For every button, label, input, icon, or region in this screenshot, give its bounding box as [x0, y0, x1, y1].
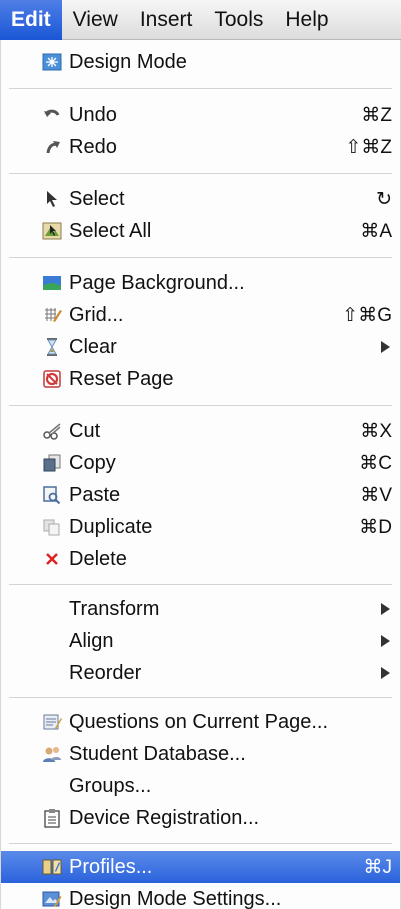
submenu-arrow-icon: [381, 603, 390, 615]
menu-item-label: Questions on Current Page...: [69, 710, 329, 733]
menu-item-label: Align: [69, 629, 114, 652]
shortcut-label: ⌘C: [359, 452, 392, 474]
select-all-icon: [41, 220, 63, 242]
menu-item-label: Delete: [69, 547, 127, 570]
submenu-arrow-icon: [381, 635, 390, 647]
menu-help[interactable]: Help: [274, 0, 339, 40]
paste-icon: [41, 484, 63, 506]
menu-item-device-registration[interactable]: Device Registration...: [1, 802, 400, 834]
menu-separator: [9, 173, 392, 174]
menu-item-grid[interactable]: Grid... ⇧⌘G: [1, 299, 400, 331]
design-mode-icon: [41, 51, 63, 73]
menu-separator: [9, 584, 392, 585]
undo-icon: [41, 104, 63, 126]
menu-separator: [9, 405, 392, 406]
menu-item-label: Clear: [69, 335, 117, 358]
menu-item-align[interactable]: Align: [1, 625, 400, 657]
menu-item-cut[interactable]: Cut ⌘X: [1, 415, 400, 447]
students-icon: [41, 743, 63, 765]
menu-item-label: Cut: [69, 419, 101, 442]
menu-view[interactable]: View: [62, 0, 129, 40]
menu-separator: [9, 843, 392, 844]
clipboard-icon: [41, 807, 63, 829]
menu-item-copy[interactable]: Copy ⌘C: [1, 447, 400, 479]
menu-item-label: Select All: [69, 219, 152, 242]
menu-item-paste[interactable]: Paste ⌘V: [1, 479, 400, 511]
menu-item-select-all[interactable]: Select All ⌘A: [1, 215, 400, 247]
menu-item-label: Design Mode: [69, 50, 187, 73]
menu-item-delete[interactable]: Delete: [1, 543, 400, 575]
menu-item-label: Groups...: [69, 774, 152, 797]
menu-item-design-mode-settings[interactable]: Design Mode Settings...: [1, 883, 400, 909]
copy-icon: [41, 452, 63, 474]
menu-item-questions-on-current-page[interactable]: Questions on Current Page...: [1, 706, 400, 738]
menu-item-label: Reset Page: [69, 367, 174, 390]
menu-item-label: Paste: [69, 483, 121, 506]
menu-item-student-database[interactable]: Student Database...: [1, 738, 400, 770]
menu-separator: [9, 88, 392, 89]
landscape-icon: [41, 272, 63, 294]
shortcut-label: ⇧⌘G: [342, 304, 392, 326]
menu-item-label: Reorder: [69, 661, 142, 684]
menu-item-label: Page Background...: [69, 271, 245, 294]
shortcut-label: ⌘X: [360, 420, 392, 442]
app-window: Edit View Insert Tools Help Design Mode …: [0, 0, 401, 909]
shortcut-label: ⌘J: [363, 856, 393, 878]
menu-item-label: Transform: [69, 597, 160, 620]
edit-dropdown-menu: Design Mode Undo ⌘Z Redo ⇧⌘Z Select ↻ Se…: [0, 40, 401, 909]
menu-tools[interactable]: Tools: [203, 0, 274, 40]
questions-icon: [41, 711, 63, 733]
menu-item-profiles[interactable]: Profiles... ⌘J: [1, 851, 400, 883]
settings-icon: [41, 888, 63, 909]
menu-item-label: Student Database...: [69, 742, 246, 765]
menu-insert[interactable]: Insert: [129, 0, 204, 40]
profiles-icon: [41, 856, 63, 878]
menu-item-label: Select: [69, 187, 125, 210]
submenu-arrow-icon: [381, 667, 390, 679]
menu-separator: [9, 257, 392, 258]
menu-item-undo[interactable]: Undo ⌘Z: [1, 99, 400, 131]
menu-edit[interactable]: Edit: [0, 0, 62, 40]
redo-icon: [41, 136, 63, 158]
shortcut-label: ⌘V: [360, 484, 392, 506]
menu-item-label: Duplicate: [69, 515, 153, 538]
menu-item-page-background[interactable]: Page Background...: [1, 267, 400, 299]
shortcut-label: ⇧⌘Z: [345, 136, 392, 158]
shortcut-label: ↻: [376, 188, 392, 210]
menu-item-label: Profiles...: [69, 855, 153, 878]
menu-bar: Edit View Insert Tools Help: [0, 0, 401, 40]
submenu-arrow-icon: [381, 341, 390, 353]
menu-item-label: Device Registration...: [69, 806, 260, 829]
grid-icon: [41, 304, 63, 326]
menu-item-groups[interactable]: Groups...: [1, 770, 400, 802]
shortcut-label: ⌘D: [359, 516, 392, 538]
scissors-icon: [41, 420, 63, 442]
menu-item-duplicate[interactable]: Duplicate ⌘D: [1, 511, 400, 543]
menu-item-reorder[interactable]: Reorder: [1, 657, 400, 689]
menu-item-redo[interactable]: Redo ⇧⌘Z: [1, 131, 400, 163]
menu-separator: [9, 697, 392, 698]
menu-item-select[interactable]: Select ↻: [1, 183, 400, 215]
menu-item-design-mode[interactable]: Design Mode: [1, 46, 400, 78]
duplicate-icon: [41, 516, 63, 538]
delete-x-icon: [41, 548, 63, 570]
pointer-icon: [41, 188, 63, 210]
shortcut-label: ⌘A: [360, 220, 392, 242]
hourglass-icon: [41, 336, 63, 358]
menu-item-reset-page[interactable]: Reset Page: [1, 363, 400, 395]
reset-icon: [41, 368, 63, 390]
shortcut-label: ⌘Z: [361, 104, 392, 126]
menu-item-clear[interactable]: Clear: [1, 331, 400, 363]
menu-item-transform[interactable]: Transform: [1, 593, 400, 625]
menu-item-label: Design Mode Settings...: [69, 887, 282, 909]
menu-item-label: Undo: [69, 103, 117, 126]
menu-item-label: Copy: [69, 451, 116, 474]
